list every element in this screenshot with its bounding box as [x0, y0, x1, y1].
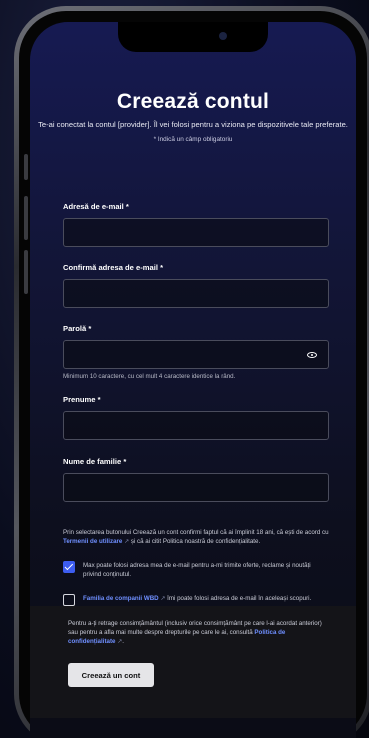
wbd-link[interactable]: Familia de companii WBD — [83, 595, 159, 602]
page-header: Creează contul Te-ai conectat la contul … — [30, 90, 356, 143]
wbd-consent-text: Familia de companii WBD ↗ îmi poate folo… — [83, 594, 311, 604]
page-subtitle: Te-ai conectat la contul [provider]. Îl … — [38, 120, 348, 129]
first-name-field[interactable] — [63, 411, 329, 440]
camera-icon — [219, 32, 227, 40]
wbd-text: îmi poate folosi adresa de e-mail în ace… — [165, 595, 312, 602]
wbd-consent-row[interactable]: Familia de companii WBD ↗ îmi poate folo… — [63, 594, 329, 606]
last-name-field[interactable] — [63, 473, 329, 502]
terms-text-post: și că ai citit Politica noastră de confi… — [129, 538, 261, 545]
first-name-label: Prenume * — [63, 395, 101, 404]
phone-volume-up — [24, 196, 28, 240]
last-name-label: Nume de familie * — [63, 457, 127, 466]
email-field[interactable] — [63, 218, 329, 247]
first-name-group: Prenume * — [63, 395, 329, 440]
footer: Pentru a-ți retrage consimțământul (incl… — [68, 619, 330, 687]
eye-icon[interactable] — [307, 352, 317, 358]
confirm-email-group: Confirmă adresa de e-mail * — [63, 263, 329, 308]
last-name-group: Nume de familie * — [63, 457, 329, 502]
offers-consent-row[interactable]: Max poate folosi adresa mea de e-mail pe… — [63, 561, 329, 579]
create-account-button[interactable]: Creează un cont — [68, 663, 154, 687]
confirm-email-label: Confirmă adresa de e-mail * — [63, 263, 164, 272]
terms-consent: Prin selectarea butonului Creează un con… — [63, 528, 329, 547]
required-note: * Indică un câmp obligatoriu — [153, 136, 233, 143]
offers-checkbox[interactable] — [63, 561, 75, 573]
phone-side-button — [24, 154, 28, 180]
password-field[interactable] — [63, 340, 329, 369]
password-label: Parolă * — [63, 324, 92, 333]
terms-link[interactable]: Termenii de utilizare — [63, 538, 122, 545]
wbd-checkbox[interactable] — [63, 594, 75, 606]
phone-volume-down — [24, 250, 28, 294]
phone-frame: Creează contul Te-ai conectat la contul … — [14, 6, 369, 738]
phone-notch — [118, 22, 268, 52]
app-screen: Creează contul Te-ai conectat la contul … — [30, 22, 356, 738]
terms-text-pre: Prin selectarea butonului Creează un con… — [63, 529, 329, 536]
page-title: Creează contul — [116, 90, 270, 113]
withdraw-consent-text: Pentru a-ți retrage consimțământul (incl… — [68, 619, 330, 647]
withdraw-text-post: . — [122, 638, 124, 645]
signup-form: Adresă de e-mail * Confirmă adresa de e-… — [63, 202, 329, 606]
offers-consent-text: Max poate folosi adresa mea de e-mail pe… — [83, 562, 311, 578]
password-group: Parolă * Minimum 10 caractere, cu cel mu… — [63, 324, 329, 380]
confirm-email-field[interactable] — [63, 279, 329, 308]
email-group: Adresă de e-mail * — [63, 202, 329, 247]
email-label: Adresă de e-mail * — [63, 202, 129, 211]
password-hint: Minimum 10 caractere, cu cel mult 4 cara… — [63, 373, 236, 380]
